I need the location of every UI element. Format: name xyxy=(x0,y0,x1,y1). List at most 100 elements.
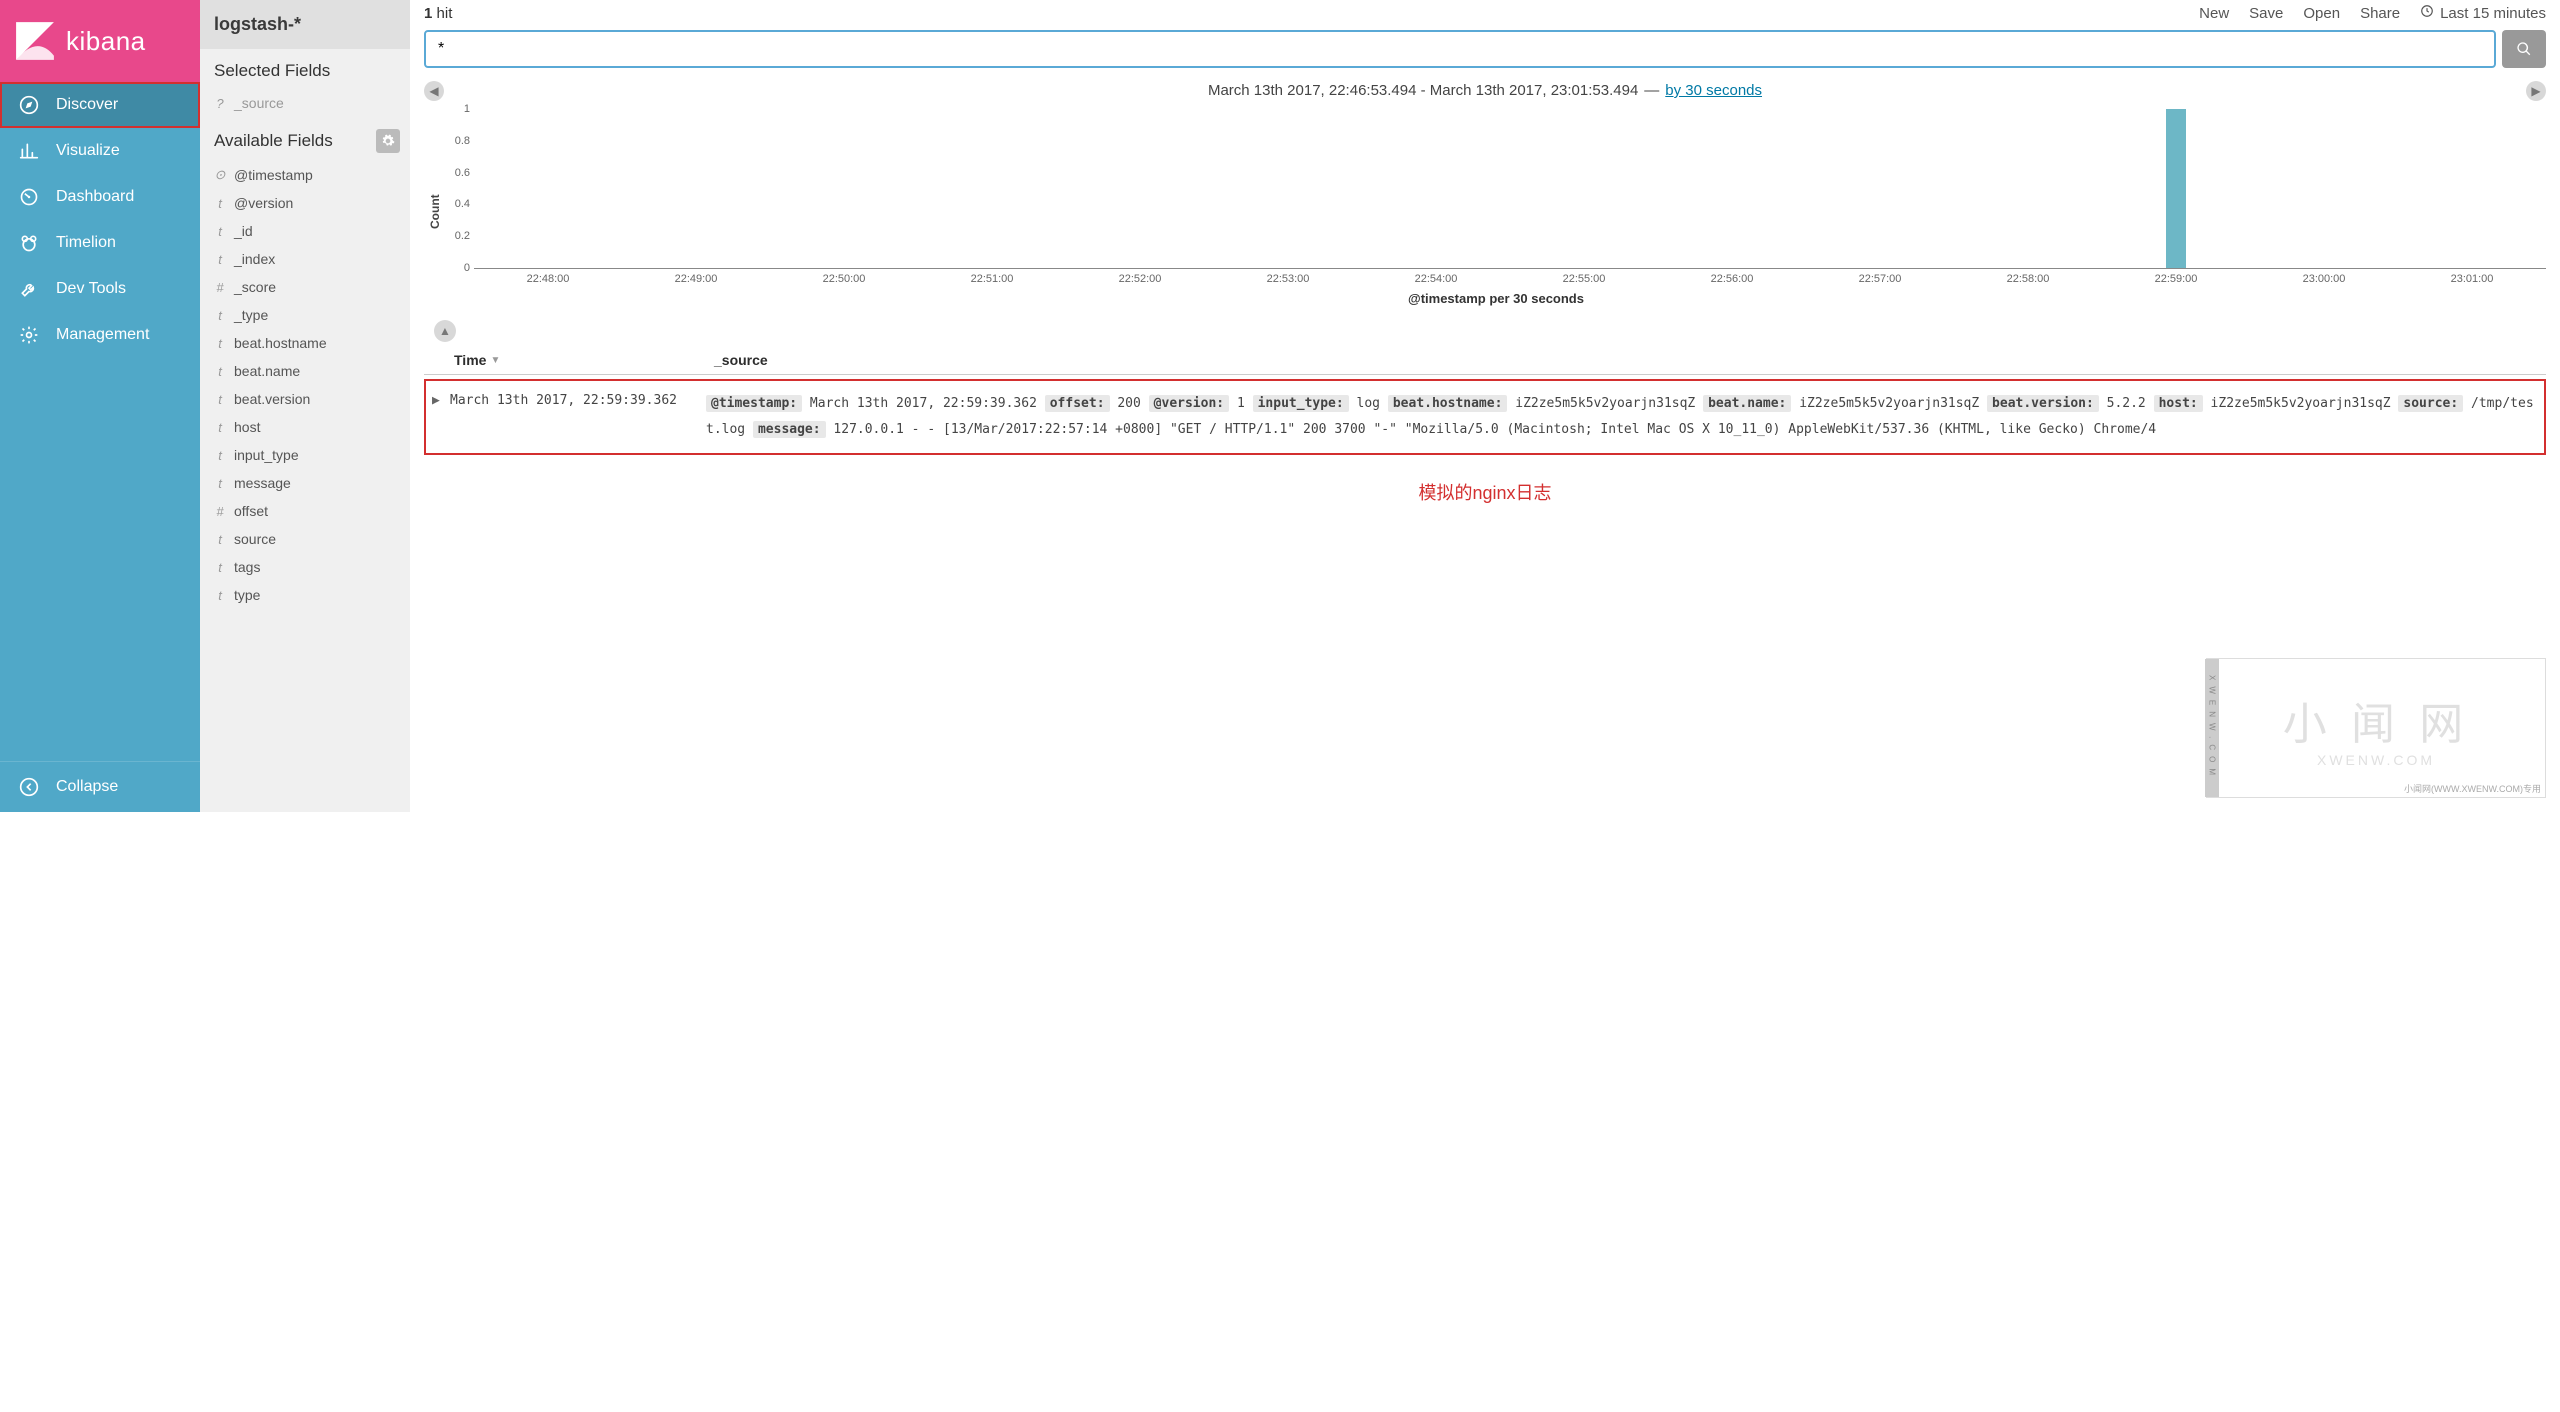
interval-link[interactable]: by 30 seconds xyxy=(1665,82,1762,99)
field-type[interactable]: ttype xyxy=(200,581,410,609)
field-name: _id xyxy=(234,223,253,239)
action-share[interactable]: Share xyxy=(2360,5,2400,22)
brand-text: kibana xyxy=(66,26,146,57)
field--version[interactable]: t @version xyxy=(200,189,410,217)
field-type-icon: t xyxy=(214,364,226,379)
topbar: 1 hit New Save Open Share Last 15 minute… xyxy=(410,0,2560,24)
chart-plot-area[interactable]: 10.80.60.40.20 xyxy=(474,109,2546,269)
field-type-icon: t xyxy=(214,252,226,267)
field-name: _source xyxy=(234,95,284,111)
expand-row-button[interactable]: ▶ xyxy=(432,391,450,443)
nav-devtools[interactable]: Dev Tools xyxy=(0,266,200,312)
scroll-top-button[interactable]: ▲ xyxy=(434,320,456,342)
nav-visualize[interactable]: Visualize xyxy=(0,128,200,174)
action-new[interactable]: New xyxy=(2199,5,2229,22)
table-header: Time▼ _source xyxy=(424,346,2546,375)
field-name: tags xyxy=(234,559,260,575)
field-type-icon: t xyxy=(214,308,226,323)
search-icon xyxy=(2516,41,2532,57)
nav-label: Dashboard xyxy=(56,188,134,206)
search-input[interactable] xyxy=(424,30,2496,68)
field-name: _type xyxy=(234,307,268,323)
field-name: message xyxy=(234,475,291,491)
field-name: beat.name xyxy=(234,363,300,379)
field-type-icon: ⊙ xyxy=(214,167,226,183)
chart-ylabel: Count xyxy=(424,109,446,314)
field-tags[interactable]: ttags xyxy=(200,553,410,581)
field-source[interactable]: ? _source xyxy=(200,89,410,117)
hit-count: 1 hit xyxy=(424,5,452,22)
time-filter[interactable]: Last 15 minutes xyxy=(2420,4,2546,22)
field-name: @timestamp xyxy=(234,167,313,183)
field-name: offset xyxy=(234,503,268,519)
field-beat-hostname[interactable]: tbeat.hostname xyxy=(200,329,410,357)
field-type-icon: t xyxy=(214,392,226,407)
field--score[interactable]: #_score xyxy=(200,273,410,301)
main: 1 hit New Save Open Share Last 15 minute… xyxy=(410,0,2560,812)
nav-timelion[interactable]: Timelion xyxy=(0,220,200,266)
field-name: beat.version xyxy=(234,391,310,407)
row-time: March 13th 2017, 22:59:39.362 xyxy=(450,391,706,443)
gauge-icon xyxy=(18,186,40,208)
field--timestamp[interactable]: ⊙ @timestamp xyxy=(200,161,410,189)
nav-label: Management xyxy=(56,326,149,344)
field-type-icon: t xyxy=(214,588,226,603)
bar-chart-icon xyxy=(18,140,40,162)
histogram-bar[interactable] xyxy=(2166,109,2186,268)
clock-icon xyxy=(2420,4,2434,22)
fields-settings-button[interactable] xyxy=(376,129,400,153)
field-source[interactable]: tsource xyxy=(200,525,410,553)
index-pattern-selector[interactable]: logstash-* xyxy=(200,0,410,49)
time-prev-button[interactable]: ◀ xyxy=(424,81,444,101)
col-source-header[interactable]: _source xyxy=(714,352,2546,368)
field-type-icon: # xyxy=(214,504,226,519)
field-type-icon: t xyxy=(214,196,226,211)
field-type-icon: # xyxy=(214,280,226,295)
nav-discover[interactable]: Discover xyxy=(0,82,200,128)
field-name: @version xyxy=(234,195,293,211)
col-time-header[interactable]: Time▼ xyxy=(454,352,714,368)
field-host[interactable]: thost xyxy=(200,413,410,441)
field-type-icon: t xyxy=(214,224,226,239)
time-next-button[interactable]: ▶ xyxy=(2526,81,2546,101)
search-button[interactable] xyxy=(2502,30,2546,68)
field-message[interactable]: tmessage xyxy=(200,469,410,497)
selected-fields-title: Selected Fields xyxy=(200,49,410,89)
kibana-logo-icon xyxy=(14,20,56,62)
collapse-button[interactable]: Collapse xyxy=(0,761,200,812)
field--id[interactable]: t _id xyxy=(200,217,410,245)
field-name: beat.hostname xyxy=(234,335,327,351)
gear-icon xyxy=(18,324,40,346)
compass-icon xyxy=(18,94,40,116)
nav-management[interactable]: Management xyxy=(0,312,200,358)
table-row: ▶ March 13th 2017, 22:59:39.362 @timesta… xyxy=(424,379,2546,455)
action-save[interactable]: Save xyxy=(2249,5,2283,22)
gear-icon xyxy=(381,134,395,148)
nav-label: Timelion xyxy=(56,234,116,252)
nav: Discover Visualize Dashboard Timelion De… xyxy=(0,82,200,761)
documents-table: Time▼ _source ▶ March 13th 2017, 22:59:3… xyxy=(410,346,2560,465)
chart-xlabel: @timestamp per 30 seconds xyxy=(446,285,2546,314)
nav-label: Visualize xyxy=(56,142,120,160)
field--type[interactable]: t _type xyxy=(200,301,410,329)
field-name: _index xyxy=(234,251,275,267)
field-beat-name[interactable]: t beat.name xyxy=(200,357,410,385)
wrench-icon xyxy=(18,278,40,300)
field-offset[interactable]: # offset xyxy=(200,497,410,525)
nav-dashboard[interactable]: Dashboard xyxy=(0,174,200,220)
watermark: XWENW.COM 小 闻 网 XWENW.COM 小闻网(WWW.XWENW.… xyxy=(2206,658,2546,798)
field-name: source xyxy=(234,531,276,547)
field--index[interactable]: t _index xyxy=(200,245,410,273)
bear-icon xyxy=(18,232,40,254)
field-name: host xyxy=(234,419,260,435)
action-open[interactable]: Open xyxy=(2303,5,2340,22)
field-beat-version[interactable]: t beat.version xyxy=(200,385,410,413)
time-range-display: ◀ March 13th 2017, 22:46:53.494 - March … xyxy=(410,78,2560,103)
top-actions: New Save Open Share Last 15 minutes xyxy=(2199,4,2546,22)
field-input-type[interactable]: tinput_type xyxy=(200,441,410,469)
field-type-icon: t xyxy=(214,420,226,435)
histogram-chart: Count 10.80.60.40.20 22:48:0022:49:0022:… xyxy=(410,103,2560,316)
field-name: input_type xyxy=(234,447,299,463)
search-bar xyxy=(410,24,2560,78)
logo[interactable]: kibana xyxy=(0,0,200,82)
